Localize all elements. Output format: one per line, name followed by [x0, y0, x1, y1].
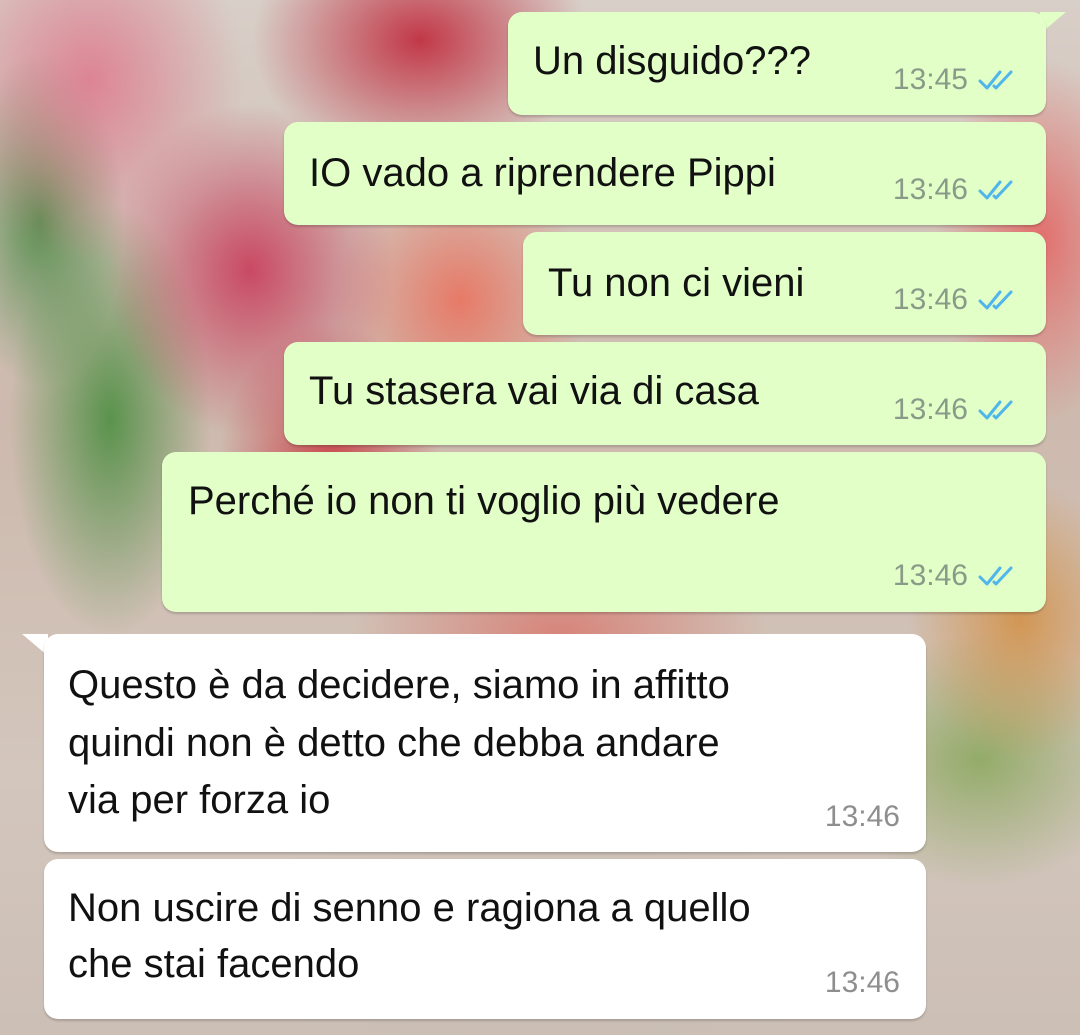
message-time: 13:46 [824, 800, 900, 833]
message-text: IO vado a riprendere Pippi [309, 151, 776, 195]
message-meta: 13:46 [825, 966, 900, 1000]
message-meta: 13:46 [893, 393, 1022, 427]
message-time: 13:45 [892, 63, 968, 96]
message-text: Un disguido??? [533, 39, 811, 83]
message-meta: 13:46 [825, 800, 900, 834]
outgoing-message[interactable]: Tu stasera vai via di casa 13:46 [284, 342, 1046, 445]
outgoing-message[interactable]: IO vado a riprendere Pippi 13:46 [284, 122, 1046, 225]
outgoing-message[interactable]: Un disguido??? 13:45 [508, 12, 1046, 115]
message-time: 13:46 [892, 283, 968, 316]
incoming-message[interactable]: Non uscire di senno e ragiona a quello c… [44, 859, 926, 1019]
message-text: Tu stasera vai via di casa [309, 369, 759, 413]
message-time: 13:46 [824, 966, 900, 999]
message-text-line: Questo è da decidere, siamo in affitto [68, 663, 730, 707]
double-check-read-icon [978, 566, 1013, 586]
double-check-read-icon [978, 400, 1013, 420]
message-time: 13:46 [892, 173, 968, 206]
message-meta: 13:46 [893, 559, 1022, 593]
message-text-line: via per forza io [68, 778, 331, 822]
message-meta: 13:46 [893, 173, 1022, 207]
message-meta: 13:45 [893, 63, 1022, 97]
outgoing-message[interactable]: Tu non ci vieni 13:46 [523, 232, 1046, 335]
double-check-read-icon [978, 180, 1013, 200]
double-check-read-icon [978, 70, 1013, 90]
incoming-message[interactable]: Questo è da decidere, siamo in affitto q… [44, 634, 926, 852]
message-text: Tu non ci vieni [548, 261, 805, 305]
double-check-read-icon [978, 290, 1013, 310]
message-text: Perché io non ti voglio più vedere [188, 479, 780, 523]
message-text-line: Non uscire di senno e ragiona a quello [68, 886, 751, 930]
message-text-line: che stai facendo [68, 942, 360, 986]
outgoing-message[interactable]: Perché io non ti voglio più vedere 13:46 [162, 452, 1046, 612]
message-time: 13:46 [892, 559, 968, 592]
conversation: Un disguido??? 13:45 IO vado a riprender… [0, 0, 1080, 1035]
message-meta: 13:46 [893, 283, 1022, 317]
message-text-line: quindi non è detto che debba andare [68, 721, 720, 765]
message-time: 13:46 [892, 393, 968, 426]
